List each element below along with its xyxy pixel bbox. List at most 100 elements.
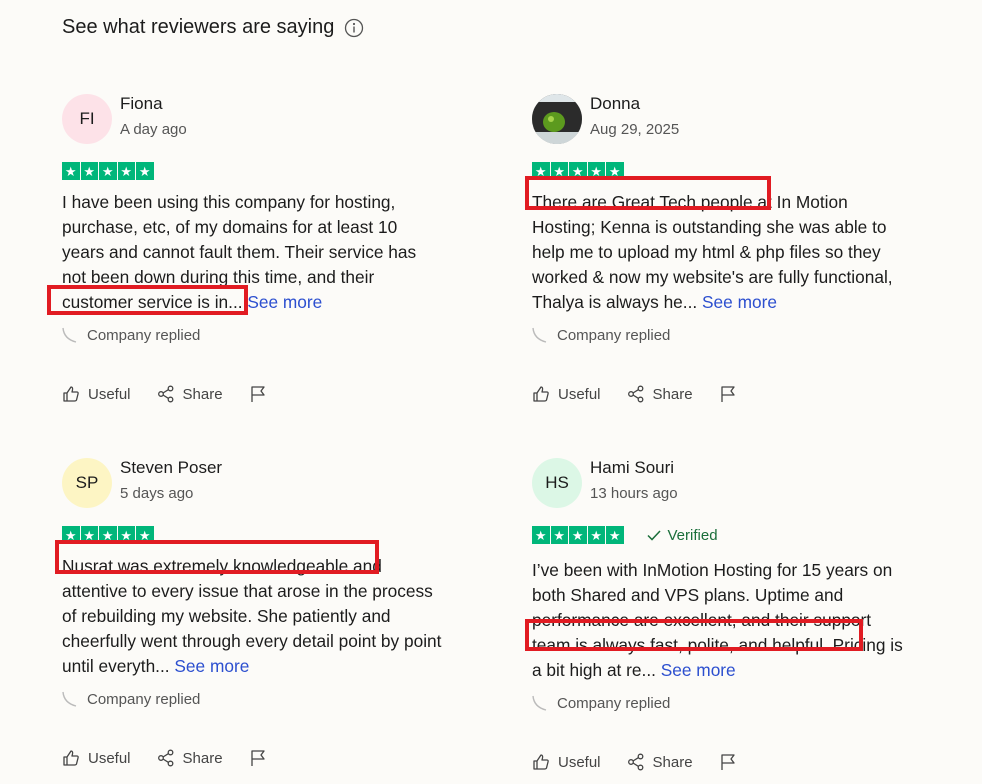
report-button[interactable] xyxy=(719,753,737,771)
share-button[interactable]: Share xyxy=(627,385,693,403)
star-icon: ★ xyxy=(569,526,587,544)
reply-curve-icon xyxy=(532,327,547,343)
avatar-initials: HS xyxy=(545,473,569,492)
info-icon[interactable] xyxy=(344,18,364,38)
see-more-link[interactable]: See more xyxy=(247,292,322,312)
see-more-link[interactable]: See more xyxy=(174,656,249,676)
star-icon: ★ xyxy=(136,162,154,180)
review-actions: Useful Share xyxy=(62,385,293,403)
company-replied[interactable]: Company replied xyxy=(532,327,912,344)
star-icon: ★ xyxy=(569,162,587,180)
see-more-link[interactable]: See more xyxy=(661,660,736,680)
review-date: A day ago xyxy=(120,121,187,138)
company-replied-label: Company replied xyxy=(557,327,671,344)
share-button[interactable]: Share xyxy=(157,385,223,403)
flag-icon xyxy=(720,754,735,770)
thumbs-up-icon xyxy=(63,750,79,766)
star-icon: ★ xyxy=(606,526,624,544)
reviewer-info: FI Fiona A day ago xyxy=(62,94,442,144)
see-more-link[interactable]: See more xyxy=(702,292,777,312)
reply-curve-icon xyxy=(62,327,77,343)
company-replied[interactable]: Company replied xyxy=(532,695,912,712)
flag-icon xyxy=(720,386,735,402)
avatar[interactable]: HS xyxy=(532,458,582,508)
star-icon: ★ xyxy=(532,162,550,180)
reviewer-name[interactable]: Steven Poser xyxy=(120,458,222,478)
share-label: Share xyxy=(652,753,693,771)
share-icon xyxy=(627,385,643,403)
review-date: 5 days ago xyxy=(120,485,194,502)
thumbs-up-icon xyxy=(63,386,79,402)
share-icon xyxy=(157,385,173,403)
useful-button[interactable]: Useful xyxy=(62,749,131,767)
company-replied-label: Company replied xyxy=(87,691,201,708)
review-card: Donna Aug 29, 2025 ★ ★ ★ ★ ★ There are G… xyxy=(525,94,912,344)
star-icon: ★ xyxy=(606,162,624,180)
verified-label: Verified xyxy=(667,526,718,544)
company-replied[interactable]: Company replied xyxy=(62,327,442,344)
flag-icon xyxy=(250,386,265,402)
useful-label: Useful xyxy=(558,753,601,771)
review-text: I’ve been with InMotion Hosting for 15 y… xyxy=(525,558,912,683)
review-date: Aug 29, 2025 xyxy=(590,121,680,138)
report-button[interactable] xyxy=(719,385,737,403)
star-icon: ★ xyxy=(550,526,568,544)
share-icon xyxy=(157,749,173,767)
report-button[interactable] xyxy=(249,385,267,403)
reviewer-name[interactable]: Hami Souri xyxy=(590,458,678,478)
review-card: HS Hami Souri 13 hours ago ★ ★ ★ ★ ★ Ver… xyxy=(525,458,912,712)
star-icon: ★ xyxy=(587,526,605,544)
report-button[interactable] xyxy=(249,749,267,767)
share-button[interactable]: Share xyxy=(157,749,223,767)
star-icon: ★ xyxy=(117,162,135,180)
star-icon: ★ xyxy=(62,162,80,180)
review-text: I have been using this company for hosti… xyxy=(47,190,442,315)
star-icon: ★ xyxy=(80,526,98,544)
review-card: FI Fiona A day ago ★ ★ ★ ★ ★ I have been… xyxy=(47,94,442,344)
reviewer-info: HS Hami Souri 13 hours ago xyxy=(532,458,912,508)
useful-button[interactable]: Useful xyxy=(532,385,601,403)
star-rating: ★ ★ ★ ★ ★ Verified xyxy=(532,526,912,544)
useful-label: Useful xyxy=(88,385,131,403)
company-replied-label: Company replied xyxy=(557,695,671,712)
star-rating: ★ ★ ★ ★ ★ xyxy=(532,162,912,180)
review-body: Nusrat was extremely knowledgeable and a… xyxy=(62,556,442,676)
review-actions: Useful Share xyxy=(532,753,763,771)
share-button[interactable]: Share xyxy=(627,753,693,771)
share-icon xyxy=(627,753,643,771)
photo-avatar-icon xyxy=(532,94,582,144)
useful-button[interactable]: Useful xyxy=(62,385,131,403)
reviewer-name[interactable]: Fiona xyxy=(120,94,187,114)
reviewer-info: SP Steven Poser 5 days ago xyxy=(62,458,442,508)
checkmark-icon xyxy=(646,530,661,541)
star-icon: ★ xyxy=(136,526,154,544)
star-icon: ★ xyxy=(99,162,117,180)
thumbs-up-icon xyxy=(533,386,549,402)
star-icon: ★ xyxy=(587,162,605,180)
avatar-initials: FI xyxy=(79,109,95,128)
avatar[interactable] xyxy=(532,94,582,144)
star-icon: ★ xyxy=(99,526,117,544)
reply-curve-icon xyxy=(62,691,77,707)
review-date: 13 hours ago xyxy=(590,485,678,502)
review-card: SP Steven Poser 5 days ago ★ ★ ★ ★ ★ Nus… xyxy=(55,458,442,708)
useful-button[interactable]: Useful xyxy=(532,753,601,771)
star-icon: ★ xyxy=(550,162,568,180)
reply-curve-icon xyxy=(532,695,547,711)
reviewer-name[interactable]: Donna xyxy=(590,94,679,114)
share-label: Share xyxy=(182,749,223,767)
company-replied[interactable]: Company replied xyxy=(62,691,442,708)
verified-badge: Verified xyxy=(646,527,718,544)
share-label: Share xyxy=(652,385,693,403)
review-body: I have been using this company for hosti… xyxy=(62,192,417,312)
review-text: There are Great Tech people at In Motion… xyxy=(525,176,912,315)
thumbs-up-icon xyxy=(533,754,549,770)
useful-label: Useful xyxy=(558,385,601,403)
avatar-initials: SP xyxy=(75,473,99,492)
star-icon: ★ xyxy=(62,526,80,544)
review-actions: Useful Share xyxy=(62,749,293,767)
avatar[interactable]: SP xyxy=(62,458,112,508)
useful-label: Useful xyxy=(88,749,131,767)
avatar[interactable]: FI xyxy=(62,94,112,144)
section-title: See what reviewers are saying xyxy=(62,16,335,38)
